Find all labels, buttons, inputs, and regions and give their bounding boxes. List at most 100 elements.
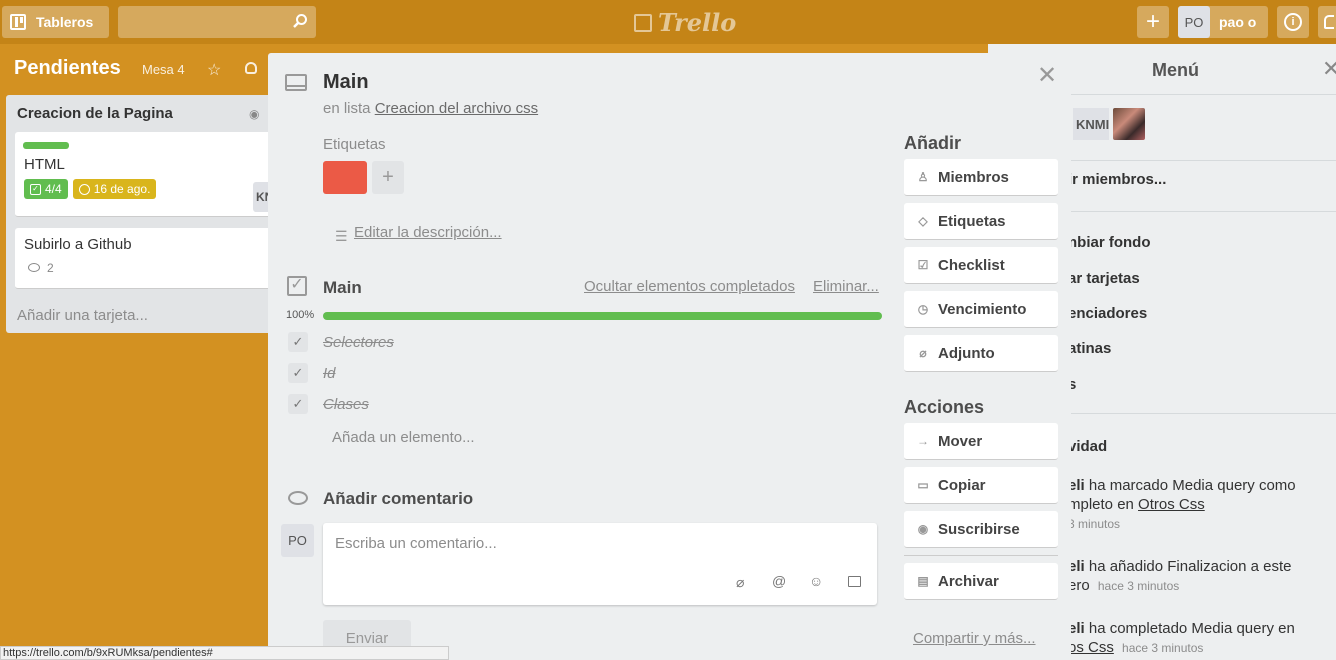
- card-title: HTML: [24, 156, 65, 173]
- menu-item-background[interactable]: nbiar fondo: [1068, 234, 1151, 251]
- mention-icon[interactable]: @: [772, 573, 786, 589]
- list-title[interactable]: Creacion de la Pagina: [17, 105, 173, 122]
- checklist-icon: ✓: [287, 276, 307, 296]
- menu-item-powerups[interactable]: enciadores: [1068, 305, 1147, 322]
- menu-item-stickers[interactable]: atinas: [1068, 340, 1111, 357]
- trello-logo[interactable]: Trello: [634, 8, 736, 37]
- checklist-item[interactable]: Selectores: [323, 334, 394, 351]
- watch-icon: ◉: [249, 107, 260, 121]
- user-name: pao o: [1219, 14, 1257, 30]
- progress-percent: 100%: [286, 309, 315, 321]
- menu-item-filter[interactable]: ar tarjetas: [1068, 270, 1140, 287]
- button-label: Vencimiento: [938, 300, 1027, 318]
- status-bar-url: https://trello.com/b/9xRUMksa/pendientes…: [0, 646, 449, 660]
- copy-button[interactable]: ▭ Copiar: [904, 467, 1058, 504]
- card-title[interactable]: Main: [323, 71, 369, 94]
- clock-icon: [78, 183, 90, 195]
- close-icon[interactable]: ✕: [1037, 61, 1057, 90]
- label-red[interactable]: [323, 161, 367, 194]
- actions-divider: [904, 555, 1058, 556]
- move-button[interactable]: → Mover: [904, 423, 1058, 460]
- attachment-icon[interactable]: ⌀: [736, 574, 744, 591]
- activity-time: hace 3 minutos: [1122, 641, 1204, 655]
- list-card[interactable]: Subirlo a Github 2: [15, 228, 277, 289]
- bell-icon: [1324, 15, 1334, 29]
- add-members-button[interactable]: ir miembros...: [1068, 171, 1166, 188]
- activity-text: ha marcado Media query como: [1088, 477, 1296, 494]
- add-card-link[interactable]: Añadir una tarjeta...: [17, 307, 148, 324]
- visibility-icon[interactable]: [245, 62, 257, 74]
- board-title[interactable]: Pendientes: [14, 57, 121, 80]
- comment-count: 2: [47, 261, 54, 275]
- boards-button[interactable]: Tableros: [2, 6, 109, 38]
- add-heading: Añadir: [904, 133, 962, 153]
- activity-link[interactable]: os Css: [1068, 639, 1114, 656]
- comment-box[interactable]: Escriba un comentario... ⌀ @ ☺: [323, 523, 877, 605]
- user-menu-button[interactable]: PO pao o: [1178, 6, 1268, 38]
- checklist-item[interactable]: Id: [323, 365, 336, 382]
- button-label: Mover: [938, 432, 983, 450]
- subscribe-button[interactable]: ◉ Suscribirse: [904, 511, 1058, 548]
- add-button[interactable]: +: [1137, 6, 1169, 38]
- checklist-item[interactable]: Clases: [323, 396, 369, 413]
- notifications-button[interactable]: [1318, 6, 1336, 38]
- activity-time: 3 minutos: [1068, 517, 1121, 531]
- hide-completed-link[interactable]: Ocultar elementos completados: [584, 278, 795, 295]
- activity-item: eli ha completado Media query en os Css …: [1068, 619, 1330, 658]
- card-title: Subirlo a Github: [24, 236, 132, 253]
- in-list-prefix: en lista: [323, 100, 371, 117]
- checklist-checkbox[interactable]: ✓: [288, 394, 308, 414]
- activity-heading: vidad: [1068, 438, 1108, 455]
- members-button[interactable]: ♙ Miembros: [904, 159, 1058, 196]
- card-list-info: en lista Creacion del archivo css: [323, 100, 538, 117]
- archive-button[interactable]: ▤ Archivar: [904, 563, 1058, 600]
- member-avatar[interactable]: KNMI: [1073, 108, 1109, 140]
- button-label: Suscribirse: [938, 520, 1020, 538]
- card-link-icon[interactable]: [848, 576, 861, 587]
- card-detail-modal: Main en lista Creacion del archivo css ✕…: [268, 53, 1071, 660]
- member-photo[interactable]: [1113, 108, 1145, 140]
- checklist-icon: ✓: [30, 183, 41, 195]
- attachment-button[interactable]: ⌀ Adjunto: [904, 335, 1058, 372]
- list-link[interactable]: Creacion del archivo css: [375, 100, 538, 117]
- share-more-link[interactable]: Compartir y más...: [913, 630, 1036, 647]
- plus-icon: +: [1145, 8, 1160, 35]
- clock-icon: ◷: [917, 302, 929, 316]
- comment-icon: [288, 491, 308, 505]
- info-button[interactable]: i: [1277, 6, 1309, 38]
- checklist-checkbox[interactable]: ✓: [288, 363, 308, 383]
- activity-link[interactable]: Otros Css: [1138, 496, 1205, 513]
- checklist-checkbox[interactable]: ✓: [288, 332, 308, 352]
- checklist-badge: ✓ 4/4: [24, 179, 68, 199]
- info-icon: i: [1284, 13, 1302, 31]
- add-item-link[interactable]: Añada un elemento...: [332, 429, 475, 446]
- due-date-button[interactable]: ◷ Vencimiento: [904, 291, 1058, 328]
- button-label: Etiquetas: [938, 212, 1006, 230]
- edit-description-link[interactable]: Editar la descripción...: [354, 224, 502, 241]
- checklist-count: 4/4: [45, 182, 62, 196]
- list-card[interactable]: HTML ✓ 4/4 16 de ago. KN: [15, 132, 277, 217]
- checkbox-icon: ☑: [917, 258, 929, 272]
- activity-item: eli ha marcado Media query como mpleto e…: [1068, 476, 1330, 534]
- activity-text: ero: [1068, 577, 1090, 594]
- card-icon: ▭: [917, 478, 929, 492]
- comment-input[interactable]: Escriba un comentario...: [335, 535, 497, 552]
- emoji-icon[interactable]: ☺: [809, 573, 823, 589]
- labels-button[interactable]: ◇ Etiquetas: [904, 203, 1058, 240]
- star-icon[interactable]: ☆: [207, 60, 221, 80]
- close-icon[interactable]: ✕: [1322, 56, 1336, 82]
- search-input[interactable]: [118, 6, 316, 38]
- add-label-button[interactable]: +: [372, 161, 404, 194]
- checklist-title[interactable]: Main: [323, 278, 362, 298]
- button-label: Copiar: [938, 476, 986, 494]
- activity-text: ha añadido Finalizacion a este: [1088, 558, 1292, 575]
- checklist-button[interactable]: ☑ Checklist: [904, 247, 1058, 284]
- boards-icon: [10, 14, 26, 30]
- due-badge: 16 de ago.: [72, 179, 157, 199]
- delete-checklist-link[interactable]: Eliminar...: [813, 278, 879, 295]
- menu-title: Menú: [1152, 60, 1199, 80]
- activity-text: ha completado Media query en: [1088, 620, 1295, 637]
- top-bar: Tableros Trello + PO pao o i: [0, 0, 1336, 44]
- board-team[interactable]: Mesa 4: [142, 62, 185, 77]
- comment-heading: Añadir comentario: [323, 489, 474, 508]
